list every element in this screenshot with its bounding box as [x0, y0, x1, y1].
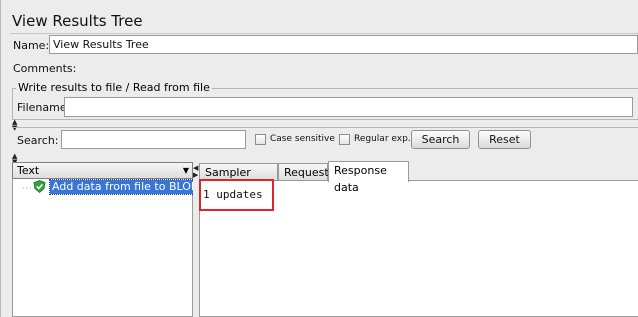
chevron-down-icon: ▼ [182, 166, 189, 175]
reset-button[interactable]: Reset [478, 130, 531, 149]
renderer-select-value: Text [17, 164, 40, 177]
tab-response-data[interactable]: Response data [328, 161, 409, 194]
search-input[interactable] [61, 130, 246, 149]
window-left-border [0, 0, 1, 317]
file-group-legend: Write results to file / Read from file [16, 81, 212, 94]
panel-title: View Results Tree [12, 12, 143, 30]
search-label: Search: [17, 134, 59, 147]
regex-label: Regular exp. [354, 134, 411, 144]
renderer-select[interactable]: Text ▼ [12, 162, 193, 179]
name-label: Name: [13, 39, 50, 52]
tree-item-result[interactable]: Add data from file to BLOB [48, 179, 202, 195]
filename-input[interactable] [64, 97, 633, 117]
filename-label: Filename [17, 101, 67, 114]
annotation-highlight-box [199, 179, 274, 211]
tab-request[interactable]: Request [278, 163, 329, 181]
case-sensitive-checkbox[interactable] [255, 134, 266, 145]
regex-checkbox[interactable] [339, 134, 350, 145]
check-shield-icon [33, 180, 46, 193]
result-tabs: Sampler result Request Response data [199, 161, 638, 196]
comments-label: Comments: [13, 62, 77, 75]
splitter-arrows-icon[interactable]: ◀ ▶ [193, 165, 198, 179]
name-field[interactable]: View Results Tree [49, 35, 638, 54]
case-sensitive-label: Case sensitive [270, 134, 335, 144]
title-divider [10, 33, 638, 34]
search-button[interactable]: Search [411, 130, 470, 149]
